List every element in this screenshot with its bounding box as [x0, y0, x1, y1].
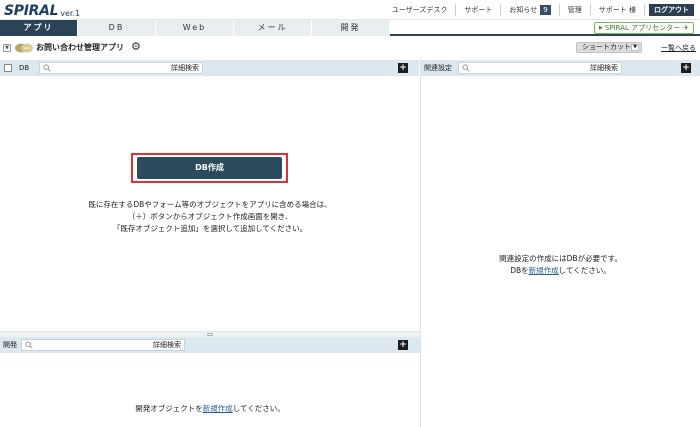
header-links: ユーザーズデスク サポート お知らせ 9 管理 サポート 様 ログアウト	[384, 3, 694, 17]
related-message-line-2: DBを新規作成してください。	[421, 265, 700, 277]
back-to-list-link[interactable]: 一覧へ戻る	[661, 43, 696, 53]
db-message-line-3: 「既存オブジェクト追加」を選択して追加してください。	[112, 224, 308, 233]
dev-add-icon[interactable]: +	[398, 340, 408, 350]
create-db-button[interactable]: DB作成	[137, 157, 282, 179]
db-message-line-2: （＋）ボタンからオブジェクト作成画面を開き、	[127, 212, 293, 221]
account-name[interactable]: サポート 様	[591, 4, 645, 16]
db-message-line-1: 既に存在するDBやフォーム等のオブジェクトをアプリに含める場合は、	[88, 200, 332, 209]
related-new-create-link[interactable]: 新規作成	[529, 266, 559, 275]
notifications-count-badge: 9	[540, 5, 551, 15]
dev-message-prefix: 開発オブジェクトを	[135, 404, 203, 413]
app-center-button[interactable]: ▶ SPIRAL アプリセンター ✈	[594, 22, 694, 34]
tab-dev[interactable]: 開発	[312, 20, 390, 36]
related-advanced-search-link[interactable]: 詳細検索	[590, 64, 618, 73]
tab-db[interactable]: DB	[78, 20, 156, 36]
leaf-icon: ✈	[683, 24, 689, 32]
chat-bubble-icon	[15, 43, 33, 53]
db-advanced-search-link[interactable]: 詳細検索	[171, 64, 199, 73]
play-icon: ▶	[599, 25, 603, 31]
notifications-label: お知らせ	[509, 6, 538, 14]
gear-icon[interactable]: ⚙	[131, 41, 141, 53]
shortcut-dropdown[interactable]: ショートカット ▼	[576, 42, 642, 53]
logo-text: SPIRAL	[4, 3, 59, 19]
related-message-suffix: してください。	[558, 266, 611, 275]
related-message-line-1: 関連設定の作成にはDBが必要です。	[499, 254, 622, 263]
related-panel-label: 関連設定	[424, 64, 452, 72]
dev-message-suffix: してください。	[232, 404, 285, 413]
tab-web[interactable]: Web	[156, 20, 234, 36]
users-desk-link[interactable]: ユーザーズデスク	[384, 4, 457, 16]
chevron-down-icon: ▼	[631, 44, 639, 51]
related-add-icon[interactable]: +	[681, 63, 691, 73]
shortcut-label: ショートカット	[582, 43, 631, 51]
tab-app[interactable]: アプリ	[0, 20, 78, 36]
app-name: お問い合わせ管理アプリ	[36, 43, 124, 52]
tab-mail[interactable]: メール	[234, 20, 312, 36]
related-search-input[interactable]: 詳細検索	[458, 62, 622, 74]
related-panel-bar: 関連設定 詳細検索 +	[421, 60, 700, 76]
search-icon	[462, 64, 470, 72]
dev-panel-label: 開発	[3, 341, 17, 349]
app-center-label: SPIRAL アプリセンター	[604, 24, 681, 32]
search-icon	[25, 341, 33, 349]
app-header: ▼ お問い合わせ管理アプリ ⚙ ショートカット ▼ 一覧へ戻る	[0, 38, 700, 58]
collapse-toggle-icon[interactable]: ▼	[3, 44, 11, 52]
support-link[interactable]: サポート	[456, 4, 502, 16]
drag-handle-icon[interactable]	[207, 333, 213, 336]
dev-panel-bar: 開発 詳細検索 +	[0, 337, 420, 353]
dev-search-input[interactable]: 詳細検索	[21, 339, 185, 351]
dev-empty-message: 開発オブジェクトを新規作成してください。	[0, 403, 420, 415]
db-panel-bar: DB 詳細検索 +	[0, 60, 419, 76]
related-message-prefix: DBを	[510, 266, 529, 275]
dev-advanced-search-link[interactable]: 詳細検索	[153, 341, 181, 350]
logo-version: ver.1	[60, 9, 81, 18]
notifications-link[interactable]: お知らせ 9	[501, 4, 560, 16]
select-all-checkbox[interactable]	[4, 64, 12, 72]
logout-button[interactable]: ログアウト	[649, 4, 694, 16]
admin-link[interactable]: 管理	[560, 4, 591, 16]
search-icon	[43, 64, 51, 72]
spiral-logo[interactable]: SPIRAL ver.1	[4, 3, 80, 19]
db-panel-label: DB	[19, 64, 30, 72]
top-header: SPIRAL ver.1 ユーザーズデスク サポート お知らせ 9 管理 サポート…	[0, 0, 700, 20]
db-search-input[interactable]: 詳細検索	[39, 62, 203, 74]
dev-new-create-link[interactable]: 新規作成	[203, 404, 233, 413]
db-add-icon[interactable]: +	[398, 63, 408, 73]
panel-divider	[420, 58, 421, 427]
